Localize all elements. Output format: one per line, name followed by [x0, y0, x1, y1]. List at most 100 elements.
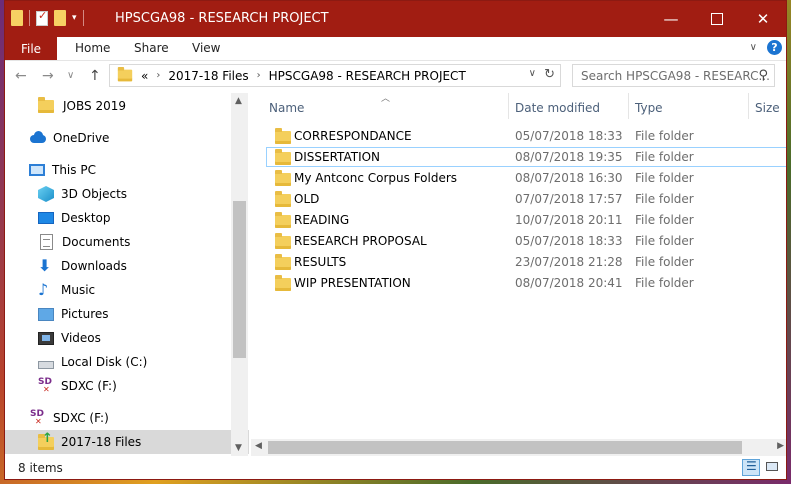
- breadcrumb-separator[interactable]: ›: [257, 70, 261, 81]
- table-row[interactable]: WIP PRESENTATION 08/07/2018 20:41 File f…: [266, 273, 786, 293]
- status-bar: 8 items: [5, 456, 786, 479]
- folder-icon: [275, 190, 291, 207]
- scroll-down-icon[interactable]: ▼: [235, 443, 242, 453]
- table-row[interactable]: RESULTS 23/07/2018 21:28 File folder: [266, 252, 786, 272]
- sidebar-item-label: Local Disk (C:): [61, 355, 148, 369]
- file-name: OLD: [294, 192, 320, 206]
- table-row[interactable]: RESEARCH PROPOSAL 05/07/2018 18:33 File …: [266, 231, 786, 251]
- music-icon: ♪: [38, 280, 49, 299]
- table-row[interactable]: READING 10/07/2018 20:11 File folder: [266, 210, 786, 230]
- file-type: File folder: [635, 129, 694, 143]
- sd-card-icon: SD: [38, 378, 54, 395]
- quick-access-toolbar: ▾: [11, 9, 84, 26]
- help-icon[interactable]: ?: [767, 40, 782, 55]
- customize-toolbar-icon[interactable]: ▾: [72, 13, 77, 23]
- sidebar-item-label: JOBS 2019: [63, 99, 126, 113]
- table-row[interactable]: CORRESPONDANCE 05/07/2018 18:33 File fol…: [266, 126, 786, 146]
- forward-arrow-icon[interactable]: →: [42, 68, 54, 84]
- tab-home[interactable]: Home: [75, 41, 110, 55]
- column-header-name[interactable]: Name: [269, 101, 304, 115]
- file-name: DISSERTATION: [294, 150, 381, 164]
- nav-pane-scrollbar[interactable]: ▲ ▼: [231, 93, 248, 456]
- column-header-type[interactable]: Type: [635, 101, 663, 115]
- scroll-right-icon[interactable]: ▶: [777, 441, 784, 451]
- column-header-date[interactable]: Date modified: [515, 101, 600, 115]
- folder-icon: ↑: [38, 432, 54, 450]
- sidebar-item-downloads[interactable]: ⬇ Downloads: [5, 254, 249, 278]
- close-button[interactable]: ✕: [740, 1, 786, 37]
- file-type: File folder: [635, 255, 694, 269]
- horizontal-scrollbar[interactable]: ◀ ▶: [251, 439, 786, 456]
- sidebar-item-videos[interactable]: Videos: [5, 326, 249, 350]
- title-bar: ▾ HPSCGA98 - RESEARCH PROJECT — ✕: [5, 1, 786, 37]
- column-divider[interactable]: [628, 93, 629, 119]
- scrollbar-thumb[interactable]: [233, 201, 246, 358]
- tab-view[interactable]: View: [192, 41, 220, 55]
- table-row[interactable]: DISSERTATION 08/07/2018 19:35 File folde…: [266, 147, 786, 167]
- column-header-size[interactable]: Size: [755, 101, 780, 115]
- column-divider[interactable]: [508, 93, 509, 119]
- table-row[interactable]: My Antconc Corpus Folders 08/07/2018 16:…: [266, 168, 786, 188]
- refresh-icon[interactable]: ↻: [544, 67, 555, 82]
- search-input[interactable]: Search HPSCGA98 - RESEARC... ⚲: [572, 64, 775, 87]
- sidebar-item-label: Downloads: [61, 259, 127, 273]
- sidebar-item-onedrive[interactable]: OneDrive: [5, 126, 249, 150]
- scrollbar-thumb[interactable]: [268, 441, 742, 454]
- file-name: RESULTS: [294, 255, 347, 269]
- large-icons-view-icon[interactable]: [764, 459, 782, 476]
- tab-share[interactable]: Share: [134, 41, 169, 55]
- sidebar-item-music[interactable]: ♪ Music: [5, 278, 249, 302]
- sidebar-item-documents[interactable]: Documents: [5, 230, 249, 254]
- new-folder-icon[interactable]: [54, 10, 66, 26]
- sidebar-item-sdxc-drive[interactable]: SD SDXC (F:): [5, 374, 249, 398]
- properties-icon[interactable]: [36, 9, 48, 26]
- address-dropdown-icon[interactable]: ∨: [529, 68, 536, 79]
- scroll-left-icon[interactable]: ◀: [255, 441, 262, 451]
- recent-locations-icon[interactable]: ∨: [67, 70, 74, 81]
- sidebar-item-sdxc-root[interactable]: SD SDXC (F:): [5, 406, 249, 430]
- column-divider[interactable]: [748, 93, 749, 119]
- breadcrumb-overflow[interactable]: «: [141, 69, 148, 83]
- tab-file[interactable]: File: [5, 37, 57, 60]
- sidebar-item-label: OneDrive: [53, 131, 110, 145]
- file-date: 08/07/2018 16:30: [515, 171, 623, 185]
- address-bar[interactable]: « › 2017-18 Files › HPSCGA98 - RESEARCH …: [109, 64, 561, 87]
- toolbar-separator: [82, 10, 84, 26]
- table-row[interactable]: OLD 07/07/2018 17:57 File folder: [266, 189, 786, 209]
- expand-ribbon-icon[interactable]: ∨: [750, 42, 757, 53]
- sidebar-item-2017-18-files[interactable]: ↑ 2017-18 Files: [5, 430, 249, 454]
- sidebar-item-label: Music: [61, 283, 96, 297]
- file-date: 08/07/2018 19:35: [515, 150, 623, 164]
- search-icon[interactable]: ⚲: [758, 68, 768, 83]
- file-date: 23/07/2018 21:28: [515, 255, 623, 269]
- pictures-icon: [38, 307, 54, 321]
- item-count: 8 items: [18, 461, 63, 475]
- breadcrumb-current[interactable]: HPSCGA98 - RESEARCH PROJECT: [269, 69, 466, 83]
- details-view-icon[interactable]: [742, 459, 760, 476]
- file-type: File folder: [635, 150, 694, 164]
- sort-ascending-icon: ︿: [381, 94, 391, 104]
- sidebar-item-desktop[interactable]: Desktop: [5, 206, 249, 230]
- 3d-objects-icon: [38, 186, 54, 202]
- breadcrumb-separator[interactable]: ›: [156, 70, 160, 81]
- folder-icon: [38, 96, 54, 113]
- maximize-button[interactable]: [694, 1, 740, 37]
- sidebar-item-pictures[interactable]: Pictures: [5, 302, 249, 326]
- sidebar-item-this-pc[interactable]: This PC: [5, 158, 249, 182]
- scroll-up-icon[interactable]: ▲: [235, 96, 242, 106]
- sidebar-item-local-disk[interactable]: Local Disk (C:): [5, 350, 249, 374]
- back-arrow-icon[interactable]: ←: [15, 68, 27, 84]
- sidebar-item-3d-objects[interactable]: 3D Objects: [5, 182, 249, 206]
- minimize-button[interactable]: —: [648, 1, 694, 37]
- file-date: 07/07/2018 17:57: [515, 192, 623, 206]
- sidebar-item-jobs-2019[interactable]: JOBS 2019: [5, 94, 249, 118]
- navigation-bar: ← → ∨ ↑ « › 2017-18 Files › HPSCGA98 - R…: [5, 61, 786, 93]
- up-arrow-icon[interactable]: ↑: [89, 68, 101, 84]
- ribbon-controls: ∨ ?: [750, 40, 782, 55]
- breadcrumb-2017-18-files[interactable]: 2017-18 Files: [168, 69, 248, 83]
- disk-icon: [38, 361, 54, 369]
- sidebar-item-label: 2017-18 Files: [61, 435, 142, 449]
- column-headers: ︿ Name Date modified Type Size: [251, 93, 786, 119]
- file-type: File folder: [635, 171, 694, 185]
- folder-icon: [275, 148, 291, 165]
